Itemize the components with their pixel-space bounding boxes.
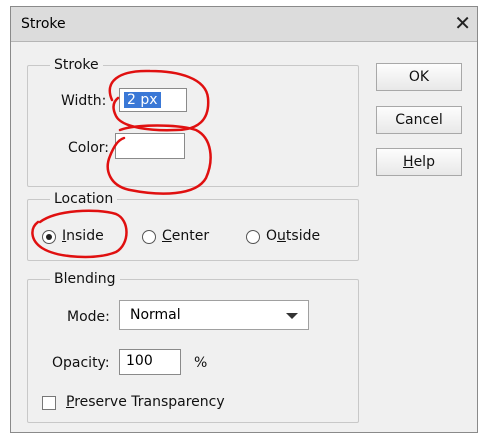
outside-radio[interactable] [246,230,260,244]
center-label[interactable]: Center [162,228,209,244]
mode-label: Mode: [67,309,110,325]
close-icon[interactable]: ✕ [454,11,471,35]
ok-button[interactable]: OK [376,63,462,91]
width-value: 2 px [124,92,161,108]
opacity-unit: % [194,355,208,371]
help-button[interactable]: Help [376,148,462,176]
cancel-button[interactable]: Cancel [376,106,462,134]
dialog-title: Stroke [21,16,66,32]
width-field[interactable]: 2 px [119,88,187,112]
center-radio[interactable] [142,230,156,244]
inside-radio[interactable] [42,230,56,244]
title-bar: Stroke ✕ [11,7,477,42]
stroke-legend: Stroke [54,57,99,73]
inside-label[interactable]: Inside [62,228,104,244]
width-label: Width: [61,93,107,109]
outside-label[interactable]: Outside [266,228,320,244]
blending-legend: Blending [54,271,116,287]
stroke-group: Stroke [27,57,359,187]
opacity-label: Opacity: [52,355,110,371]
preserve-transparency-label[interactable]: Preserve Transparency [66,394,225,410]
opacity-field[interactable]: 100 [119,349,181,375]
opacity-value: 100 [126,353,153,369]
stroke-dialog: Stroke ✕ Stroke Width: 2 px Color: Locat… [10,6,478,433]
preserve-transparency-checkbox[interactable] [42,396,56,410]
mode-dropdown[interactable]: Normal [119,300,309,330]
color-label: Color: [68,140,110,156]
mode-value: Normal [130,307,181,323]
location-group: Location [27,191,359,261]
location-legend: Location [54,191,114,207]
chevron-down-icon [286,313,298,319]
color-swatch[interactable] [115,133,185,159]
